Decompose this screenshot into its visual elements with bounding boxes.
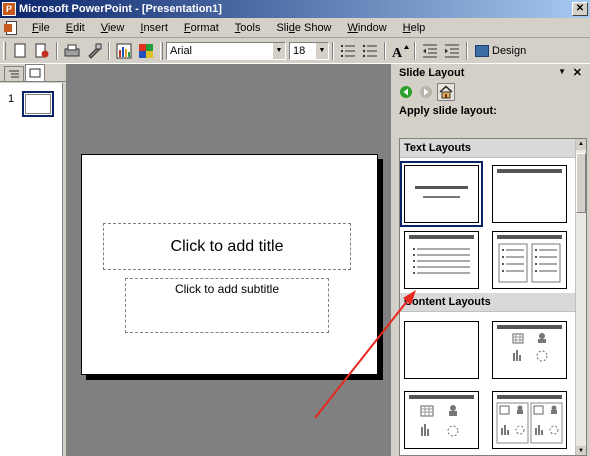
scroll-down-icon[interactable]: ▼: [576, 446, 586, 455]
increase-indent-icon[interactable]: [442, 41, 462, 61]
menu-view[interactable]: View: [93, 18, 133, 38]
toolbar-separator: [108, 41, 110, 60]
section-text-layouts: Text Layouts: [400, 139, 576, 158]
print-icon[interactable]: [62, 41, 82, 61]
scroll-up-icon[interactable]: ▲: [576, 139, 586, 150]
layout-title-slide[interactable]: [400, 161, 483, 227]
slide-thumbnail[interactable]: [22, 91, 54, 117]
forward-icon[interactable]: [417, 83, 435, 101]
toolbar-separator: [332, 41, 334, 60]
title-placeholder[interactable]: Click to add title: [103, 223, 351, 270]
menu-help[interactable]: Help: [395, 18, 434, 38]
font-size-select[interactable]: 18 ▼: [289, 41, 329, 60]
design-button[interactable]: Design: [475, 44, 526, 57]
menu-file[interactable]: File: [24, 18, 58, 38]
design-icon: [475, 44, 489, 57]
formatting-toolbar: Arial ▼ 18 ▼ A Design: [0, 38, 590, 64]
scroll-thumb[interactable]: [576, 153, 586, 213]
menu-insert[interactable]: Insert: [132, 18, 176, 38]
back-icon[interactable]: [397, 83, 415, 101]
font-name-select[interactable]: Arial ▼: [166, 41, 286, 60]
subtitle-placeholder[interactable]: Click to add subtitle: [125, 278, 329, 333]
chevron-down-icon[interactable]: ▼: [273, 42, 285, 59]
title-bar: P Microsoft PowerPoint - [Presentation1]…: [0, 0, 590, 18]
layout-title-only[interactable]: [492, 165, 567, 223]
slides-pane: 1: [0, 64, 66, 456]
chart-icon[interactable]: [114, 41, 134, 61]
menu-tools[interactable]: Tools: [227, 18, 269, 38]
outline-icon: [9, 70, 19, 78]
task-pane-nav: [391, 82, 590, 102]
menu-slide-show[interactable]: Slide Show: [268, 18, 339, 38]
layout-scrollbar[interactable]: ▲ ▼: [575, 139, 586, 455]
decrease-indent-icon[interactable]: [420, 41, 440, 61]
menu-format[interactable]: Format: [176, 18, 227, 38]
slide-layout-task-pane: Slide Layout ▼ ✕ Apply slide layout: Tex…: [390, 64, 590, 456]
window-close-button[interactable]: ✕: [572, 2, 588, 16]
task-pane-header: Slide Layout ▼ ✕: [391, 64, 590, 82]
new-icon[interactable]: [10, 41, 30, 61]
color-icon[interactable]: [136, 41, 156, 61]
close-icon[interactable]: ✕: [573, 66, 582, 79]
home-icon[interactable]: [437, 83, 455, 101]
toolbar-grip[interactable]: [3, 41, 6, 60]
tab-outline[interactable]: [4, 66, 24, 81]
layout-title-and-two-column-text[interactable]: [492, 231, 567, 289]
toolbar-grip[interactable]: [160, 41, 163, 60]
tab-slides[interactable]: [25, 64, 45, 81]
task-pane-title: Slide Layout: [399, 67, 465, 79]
layout-gallery: Text Layouts Content Layouts ▲ ▼: [399, 138, 587, 456]
format-painter-icon[interactable]: [84, 41, 104, 61]
slide-number: 1: [8, 93, 15, 105]
menu-bar: File Edit View Insert Format Tools Slide…: [0, 18, 590, 38]
apply-layout-label: Apply slide layout:: [399, 105, 497, 117]
svg-text:A: A: [392, 46, 403, 59]
layout-title-and-text[interactable]: [404, 231, 479, 289]
powerpoint-app-icon[interactable]: P: [2, 2, 16, 16]
pane-tabs: [0, 64, 66, 82]
menu-window[interactable]: Window: [340, 18, 395, 38]
numbered-list-icon[interactable]: [338, 41, 358, 61]
open-icon[interactable]: [32, 41, 52, 61]
chevron-down-icon[interactable]: ▼: [316, 42, 328, 59]
chevron-down-icon[interactable]: ▼: [558, 67, 566, 76]
document-icon[interactable]: [4, 20, 20, 36]
toolbar-separator: [466, 41, 468, 60]
slide-editor: Click to add title Click to add subtitle: [66, 64, 390, 456]
toolbar-separator: [56, 41, 58, 60]
window-title: Microsoft PowerPoint - [Presentation1]: [19, 3, 222, 15]
bullet-list-icon[interactable]: [360, 41, 380, 61]
slide-canvas[interactable]: Click to add title Click to add subtitle: [81, 154, 378, 375]
layout-content[interactable]: [492, 321, 567, 379]
toolbar-separator: [384, 41, 386, 60]
layout-title-and-two-content[interactable]: [492, 391, 567, 449]
toolbar-separator: [414, 41, 416, 60]
slide-thumbnails: 1: [0, 83, 63, 456]
slides-icon: [29, 68, 41, 78]
layout-blank[interactable]: [404, 321, 479, 379]
layout-title-and-content[interactable]: [404, 391, 479, 449]
section-content-layouts: Content Layouts: [400, 293, 576, 312]
increase-font-size-icon[interactable]: A: [390, 41, 410, 61]
menu-edit[interactable]: Edit: [58, 18, 93, 38]
